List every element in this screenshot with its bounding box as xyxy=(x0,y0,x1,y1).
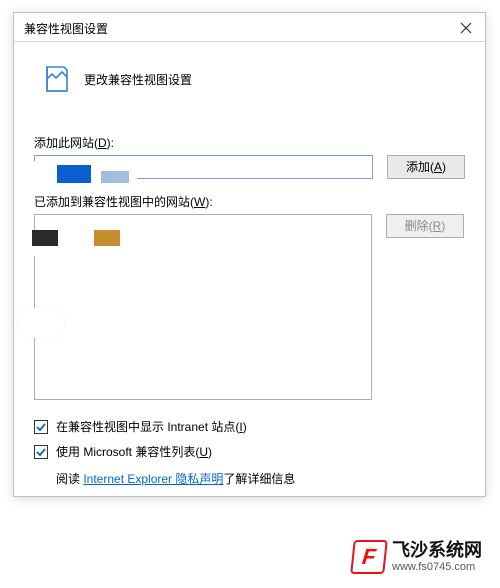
brand-title: 飞沙系统网 xyxy=(392,541,482,561)
privacy-link[interactable]: Internet Explorer 隐私声明 xyxy=(83,472,223,486)
check-icon xyxy=(35,446,47,458)
brand-watermark: F 飞沙系统网 www.fs0745.com xyxy=(352,540,482,574)
intranet-checkbox-row: 在兼容性视图中显示 Intranet 站点(I) xyxy=(34,418,465,435)
close-button[interactable] xyxy=(457,19,475,37)
brand-logo-icon: F xyxy=(350,540,388,574)
close-icon xyxy=(460,22,472,34)
header-row: 更改兼容性视图设置 xyxy=(14,42,485,102)
mslist-checkbox-row: 使用 Microsoft 兼容性列表(U) xyxy=(34,443,465,460)
dialog-title: 兼容性视图设置 xyxy=(24,20,108,37)
add-site-label: 添加此网站(D): xyxy=(34,134,465,151)
intranet-checkbox-label: 在兼容性视图中显示 Intranet 站点(I) xyxy=(56,418,247,435)
redaction-overlay xyxy=(22,230,148,256)
brand-url: www.fs0745.com xyxy=(392,561,482,573)
redaction-overlay xyxy=(19,161,137,185)
check-icon xyxy=(35,421,47,433)
dialog-subtitle: 更改兼容性视图设置 xyxy=(84,71,192,88)
titlebar: 兼容性视图设置 xyxy=(14,13,485,42)
mslist-checkbox-label: 使用 Microsoft 兼容性列表(U) xyxy=(56,443,212,460)
mslist-checkbox[interactable] xyxy=(34,445,48,459)
privacy-read-row: 阅读 Internet Explorer 隐私声明了解详细信息 xyxy=(56,470,465,487)
remove-button[interactable]: 删除(R) xyxy=(386,214,464,238)
add-button[interactable]: 添加(A) xyxy=(387,155,465,179)
intranet-checkbox[interactable] xyxy=(34,420,48,434)
redaction-overlay xyxy=(18,308,64,338)
list-label: 已添加到兼容性视图中的网站(W): xyxy=(34,193,465,210)
compat-page-icon xyxy=(42,64,72,94)
